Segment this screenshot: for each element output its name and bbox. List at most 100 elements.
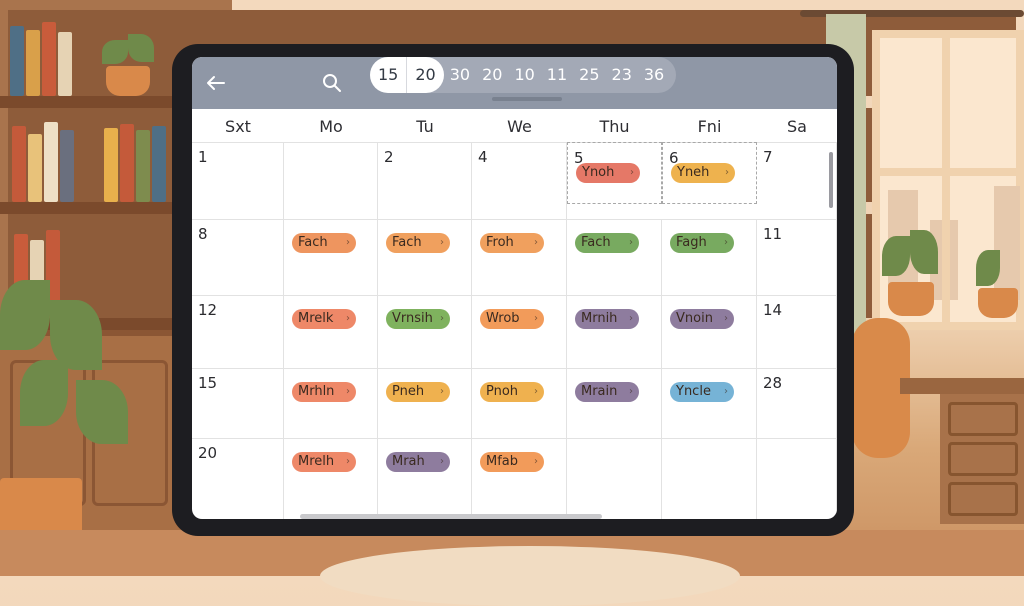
day-cell[interactable]: 1: [192, 142, 284, 219]
vertical-scrollbar[interactable]: [829, 152, 833, 208]
back-arrow-icon: [207, 76, 225, 90]
day-cell[interactable]: Fach ›: [378, 219, 472, 295]
event-chip[interactable]: Mrelk ›: [292, 309, 356, 329]
day-number: 2: [384, 148, 394, 166]
zoom-option-active[interactable]: 20: [406, 57, 443, 93]
day-cell[interactable]: 12: [192, 295, 284, 368]
chevron-right-icon: ›: [724, 313, 728, 324]
zoom-option[interactable]: 25: [573, 57, 605, 93]
event-chip[interactable]: Vrnsih ›: [386, 309, 450, 329]
day-cell[interactable]: Fagh ›: [662, 219, 757, 295]
event-chip[interactable]: Mrain ›: [575, 382, 639, 402]
event-label: Fach: [298, 235, 328, 250]
day-cell[interactable]: Pnoh ›: [472, 368, 567, 438]
day-cell[interactable]: Wrob ›: [472, 295, 567, 368]
day-cell[interactable]: Mrelh ›: [284, 438, 378, 519]
chevron-right-icon: ›: [346, 386, 350, 397]
event-chip[interactable]: Fach ›: [386, 233, 450, 253]
zoom-option[interactable]: 10: [508, 57, 540, 93]
chevron-right-icon: ›: [440, 237, 444, 248]
chevron-right-icon: ›: [346, 456, 350, 467]
event-chip[interactable]: Vnoin ›: [670, 309, 734, 329]
day-cell[interactable]: Mrah ›: [378, 438, 472, 519]
event-chip[interactable]: Fagh ›: [670, 233, 734, 253]
zoom-option[interactable]: 11: [541, 57, 573, 93]
day-cell[interactable]: 14: [757, 295, 837, 368]
event-chip[interactable]: Pneh ›: [386, 382, 450, 402]
chevron-right-icon: ›: [346, 313, 350, 324]
event-label: Fach: [392, 235, 422, 250]
event-chip[interactable]: Mrnih ›: [575, 309, 639, 329]
event-chip[interactable]: Wrob ›: [480, 309, 544, 329]
day-number: 28: [763, 374, 783, 392]
day-cell[interactable]: Mrain ›: [567, 368, 662, 438]
horizontal-scrollbar[interactable]: [300, 514, 602, 519]
event-chip[interactable]: Mfab ›: [480, 452, 544, 472]
day-cell[interactable]: [757, 438, 837, 519]
event-chip[interactable]: Fach ›: [292, 233, 356, 253]
event-label: Yncle: [676, 384, 711, 399]
day-cell[interactable]: 11: [757, 219, 837, 295]
event-chip[interactable]: Ynoh ›: [576, 163, 640, 183]
day-cell[interactable]: 4: [472, 142, 567, 219]
day-number: 4: [478, 148, 488, 166]
event-label: Yneh: [677, 165, 710, 180]
day-cell[interactable]: 15: [192, 368, 284, 438]
day-number: 15: [198, 374, 218, 392]
event-chip[interactable]: Froh ›: [480, 233, 544, 253]
event-label: Mrnih: [581, 311, 618, 326]
day-number: 20: [198, 444, 218, 462]
day-cell[interactable]: 20: [192, 438, 284, 519]
day-cell[interactable]: Vrnsih ›: [378, 295, 472, 368]
event-label: Mrain: [581, 384, 618, 399]
day-cell[interactable]: Mfab ›: [472, 438, 567, 519]
day-number: 14: [763, 301, 783, 319]
day-cell[interactable]: Yncle ›: [662, 368, 757, 438]
day-number: 1: [198, 148, 208, 166]
chevron-right-icon: ›: [534, 313, 538, 324]
day-number: 7: [763, 148, 773, 166]
drag-handle[interactable]: [492, 97, 562, 101]
event-chip[interactable]: Mrelh ›: [292, 452, 356, 472]
week-row: 15 Mrhln › Pneh › Pnoh › Mrain › Yncle › 28: [192, 368, 837, 439]
day-cell[interactable]: 6 Yneh ›: [662, 142, 757, 204]
event-chip[interactable]: Fach ›: [575, 233, 639, 253]
event-label: Vrnsih: [392, 311, 433, 326]
event-chip[interactable]: Mrah ›: [386, 452, 450, 472]
day-cell[interactable]: 8: [192, 219, 284, 295]
zoom-option[interactable]: 36: [638, 57, 670, 93]
day-number: 12: [198, 301, 218, 319]
zoom-option[interactable]: 20: [476, 57, 508, 93]
day-cell[interactable]: [567, 438, 662, 519]
day-cell[interactable]: Vnoin ›: [662, 295, 757, 368]
zoom-options: 30 20 10 11 25 23 36: [444, 57, 671, 93]
zoom-option[interactable]: 23: [606, 57, 638, 93]
zoom-option-active[interactable]: 15: [370, 57, 406, 93]
event-chip[interactable]: Yneh ›: [671, 163, 735, 183]
day-cell[interactable]: Froh ›: [472, 219, 567, 295]
event-chip[interactable]: Yncle ›: [670, 382, 734, 402]
day-cell[interactable]: Fach ›: [284, 219, 378, 295]
day-cell[interactable]: [662, 438, 757, 519]
chevron-right-icon: ›: [724, 386, 728, 397]
search-button[interactable]: [320, 71, 344, 95]
zoom-option[interactable]: 30: [444, 57, 476, 93]
day-cell[interactable]: 28: [757, 368, 837, 438]
day-cell[interactable]: Mrnih ›: [567, 295, 662, 368]
day-cell[interactable]: Mrelk ›: [284, 295, 378, 368]
event-chip[interactable]: Pnoh ›: [480, 382, 544, 402]
day-cell[interactable]: 7: [757, 142, 837, 219]
day-cell[interactable]: [284, 142, 378, 219]
day-cell[interactable]: 2: [378, 142, 472, 219]
event-label: Fach: [581, 235, 611, 250]
week-row: 8 Fach › Fach › Froh › Fach › Fagh › 11: [192, 219, 837, 296]
day-cell[interactable]: Mrhln ›: [284, 368, 378, 438]
event-label: Froh: [486, 235, 514, 250]
chevron-right-icon: ›: [629, 386, 633, 397]
day-cell[interactable]: Pneh ›: [378, 368, 472, 438]
day-cell[interactable]: 5 Ynoh ›: [567, 142, 662, 204]
desk: [900, 378, 1024, 394]
back-button[interactable]: [202, 69, 230, 97]
day-cell[interactable]: Fach ›: [567, 219, 662, 295]
event-chip[interactable]: Mrhln ›: [292, 382, 356, 402]
